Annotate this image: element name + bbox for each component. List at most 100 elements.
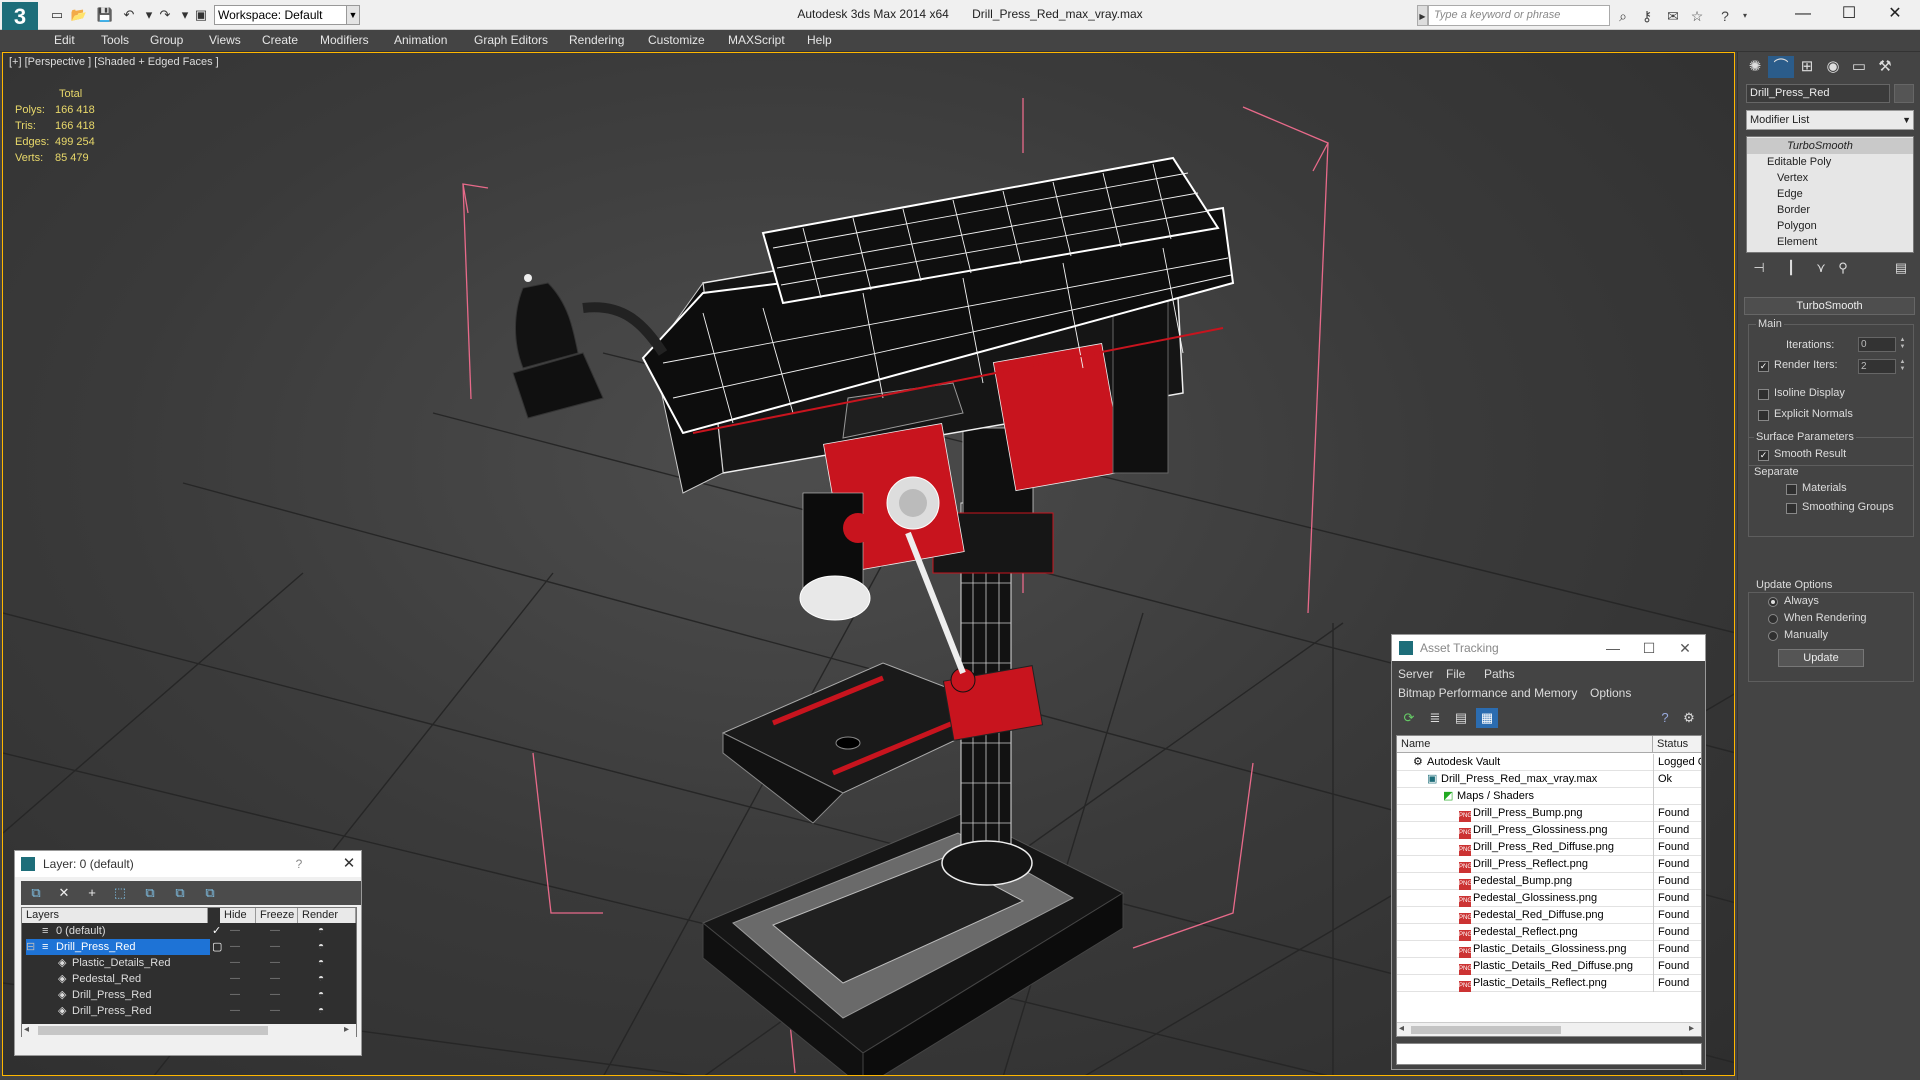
- column-header-hide[interactable]: Hide: [220, 908, 256, 923]
- stack-item-turbosmooth[interactable]: TurboSmooth: [1747, 138, 1913, 154]
- communication-center-icon[interactable]: ✉: [1664, 7, 1682, 25]
- materials-checkbox[interactable]: [1786, 484, 1797, 495]
- remove-modifier-icon[interactable]: ⚲: [1832, 258, 1854, 278]
- pin-stack-icon[interactable]: ⊣: [1748, 258, 1770, 278]
- asset-row[interactable]: PNGDrill_Press_Bump.png Found: [1397, 805, 1701, 822]
- hide-toggle[interactable]: —: [230, 1003, 244, 1019]
- object-name-field[interactable]: Drill_Press_Red: [1746, 84, 1890, 103]
- utilities-tab-icon[interactable]: ⚒: [1872, 56, 1898, 78]
- freeze-toggle[interactable]: —: [270, 955, 284, 971]
- menu-server[interactable]: Server: [1398, 667, 1433, 681]
- render-teapot-icon[interactable]: ◓: [318, 923, 324, 939]
- key-icon[interactable]: ⚷: [1638, 7, 1656, 25]
- close-icon[interactable]: ✕: [1668, 635, 1702, 661]
- manually-radio[interactable]: [1768, 631, 1778, 641]
- render-teapot-icon[interactable]: ◓: [318, 1003, 324, 1019]
- detail-view-icon[interactable]: ▤: [1450, 708, 1472, 728]
- menu-tools[interactable]: Tools: [101, 33, 129, 47]
- modifier-list-dropdown[interactable]: Modifier List ▼: [1746, 110, 1914, 130]
- always-radio[interactable]: [1768, 597, 1778, 607]
- scroll-left-icon[interactable]: ◂: [1399, 1023, 1404, 1034]
- explicit-normals-checkbox[interactable]: [1758, 410, 1769, 421]
- object-color-swatch[interactable]: [1894, 84, 1914, 103]
- hide-toggle[interactable]: —: [230, 971, 244, 987]
- asset-row[interactable]: ⚙ Autodesk Vault Logged O: [1397, 754, 1701, 771]
- select-objects-icon[interactable]: ⬚: [109, 884, 131, 902]
- app-logo-icon[interactable]: 3: [2, 2, 38, 32]
- column-header-name[interactable]: Name: [1397, 736, 1653, 753]
- spinner-arrows-icon[interactable]: ▲ ▼: [1898, 337, 1907, 352]
- current-layer-box-icon[interactable]: ▢: [212, 939, 222, 955]
- scrollbar-thumb[interactable]: [1411, 1026, 1561, 1034]
- asset-row[interactable]: PNGPlastic_Details_Red_Diffuse.png Found: [1397, 958, 1701, 975]
- render-teapot-icon[interactable]: ◓: [318, 971, 324, 987]
- freeze-toggle[interactable]: —: [270, 987, 284, 1003]
- menu-file[interactable]: File: [1446, 667, 1465, 681]
- smooth-result-checkbox[interactable]: ✓: [1758, 450, 1769, 461]
- freeze-all-icon[interactable]: ⧉: [199, 884, 221, 902]
- add-to-layer-icon[interactable]: +: [81, 884, 103, 902]
- favorites-star-icon[interactable]: ☆: [1688, 7, 1706, 25]
- table-view-icon[interactable]: ▦: [1476, 708, 1498, 728]
- layer-row[interactable]: ◈ Pedestal_Red — — ◓: [22, 971, 356, 987]
- menu-options[interactable]: Options: [1590, 686, 1631, 700]
- menu-bitmap-performance[interactable]: Bitmap Performance and Memory: [1398, 686, 1577, 700]
- horizontal-scrollbar[interactable]: ◂ ▸: [1397, 1022, 1701, 1036]
- layer-row[interactable]: ⊟ ≡ Drill_Press_Red ▢ — — ◓: [22, 939, 356, 955]
- layer-row[interactable]: ◈ Drill_Press_Red — — ◓: [22, 1003, 356, 1019]
- menu-animation[interactable]: Animation: [394, 33, 447, 47]
- asset-row[interactable]: PNGPedestal_Red_Diffuse.png Found: [1397, 907, 1701, 924]
- render-teapot-icon[interactable]: ◓: [318, 939, 324, 955]
- horizontal-scrollbar[interactable]: ◂ ▸: [22, 1024, 356, 1037]
- asset-row[interactable]: PNGDrill_Press_Reflect.png Found: [1397, 856, 1701, 873]
- stack-item-polygon[interactable]: Polygon: [1747, 218, 1913, 234]
- menu-graph-editors[interactable]: Graph Editors: [474, 33, 548, 47]
- menu-maxscript[interactable]: MAXScript: [728, 33, 785, 47]
- workspace-menu-button[interactable]: ▼: [346, 5, 360, 25]
- menu-paths[interactable]: Paths: [1484, 667, 1515, 681]
- settings-icon[interactable]: ⚙: [1678, 708, 1700, 728]
- asset-row[interactable]: PNGPlastic_Details_Glossiness.png Found: [1397, 941, 1701, 958]
- create-layer-icon[interactable]: ⧉: [25, 884, 47, 902]
- layer-row[interactable]: ◈ Drill_Press_Red — — ◓: [22, 987, 356, 1003]
- menu-views[interactable]: Views: [209, 33, 241, 47]
- spinner-arrows-icon[interactable]: ▲ ▼: [1898, 359, 1907, 374]
- search-expand-icon[interactable]: ▶: [1417, 5, 1428, 26]
- hide-toggle[interactable]: —: [230, 923, 244, 939]
- hide-toggle[interactable]: —: [230, 955, 244, 971]
- project-folder-icon[interactable]: ▣: [192, 6, 210, 24]
- open-file-icon[interactable]: 📂: [70, 6, 88, 24]
- column-header-status[interactable]: Status: [1653, 736, 1701, 753]
- hierarchy-tab-icon[interactable]: ⊞: [1794, 56, 1820, 78]
- binoculars-icon[interactable]: ⌕: [1614, 7, 1632, 25]
- layer-row[interactable]: ≡ 0 (default) ✓ — — ◓: [22, 923, 356, 939]
- viewport-label[interactable]: [+] [Perspective ] [Shaded + Edged Faces…: [9, 56, 219, 68]
- render-iters-checkbox[interactable]: ✓: [1758, 361, 1769, 372]
- asset-row[interactable]: PNGDrill_Press_Red_Diffuse.png Found: [1397, 839, 1701, 856]
- scroll-left-icon[interactable]: ◂: [24, 1024, 29, 1035]
- render-teapot-icon[interactable]: ◓: [318, 987, 324, 1003]
- maximize-icon[interactable]: ☐: [1826, 0, 1872, 30]
- help-dropdown-icon[interactable]: ▾: [1736, 7, 1754, 25]
- freeze-toggle[interactable]: —: [270, 923, 284, 939]
- refresh-icon[interactable]: ⟳: [1398, 708, 1420, 728]
- asset-row[interactable]: ◩ Maps / Shaders: [1397, 788, 1701, 805]
- menu-group[interactable]: Group: [150, 33, 183, 47]
- help-icon[interactable]: ?: [1654, 708, 1676, 728]
- make-unique-icon[interactable]: ⋎: [1810, 258, 1832, 278]
- stack-item-editable-poly[interactable]: Editable Poly: [1747, 154, 1913, 170]
- freeze-toggle[interactable]: —: [270, 1003, 284, 1019]
- show-end-result-icon[interactable]: ┃: [1780, 258, 1802, 278]
- hide-toggle[interactable]: —: [230, 939, 244, 955]
- workspace-dropdown[interactable]: Workspace: Default ▼: [214, 5, 360, 25]
- highlight-layer-icon[interactable]: ⧉: [139, 884, 161, 902]
- iterations-spinner[interactable]: 0: [1858, 337, 1896, 352]
- new-file-icon[interactable]: ▭: [48, 6, 66, 24]
- when-rendering-radio[interactable]: [1768, 614, 1778, 624]
- column-header-freeze[interactable]: Freeze: [256, 908, 298, 923]
- menu-help[interactable]: Help: [807, 33, 832, 47]
- column-header-layers[interactable]: Layers: [22, 908, 208, 923]
- freeze-toggle[interactable]: —: [270, 939, 284, 955]
- delete-layer-icon[interactable]: ✕: [53, 884, 75, 902]
- update-button[interactable]: Update: [1778, 649, 1864, 667]
